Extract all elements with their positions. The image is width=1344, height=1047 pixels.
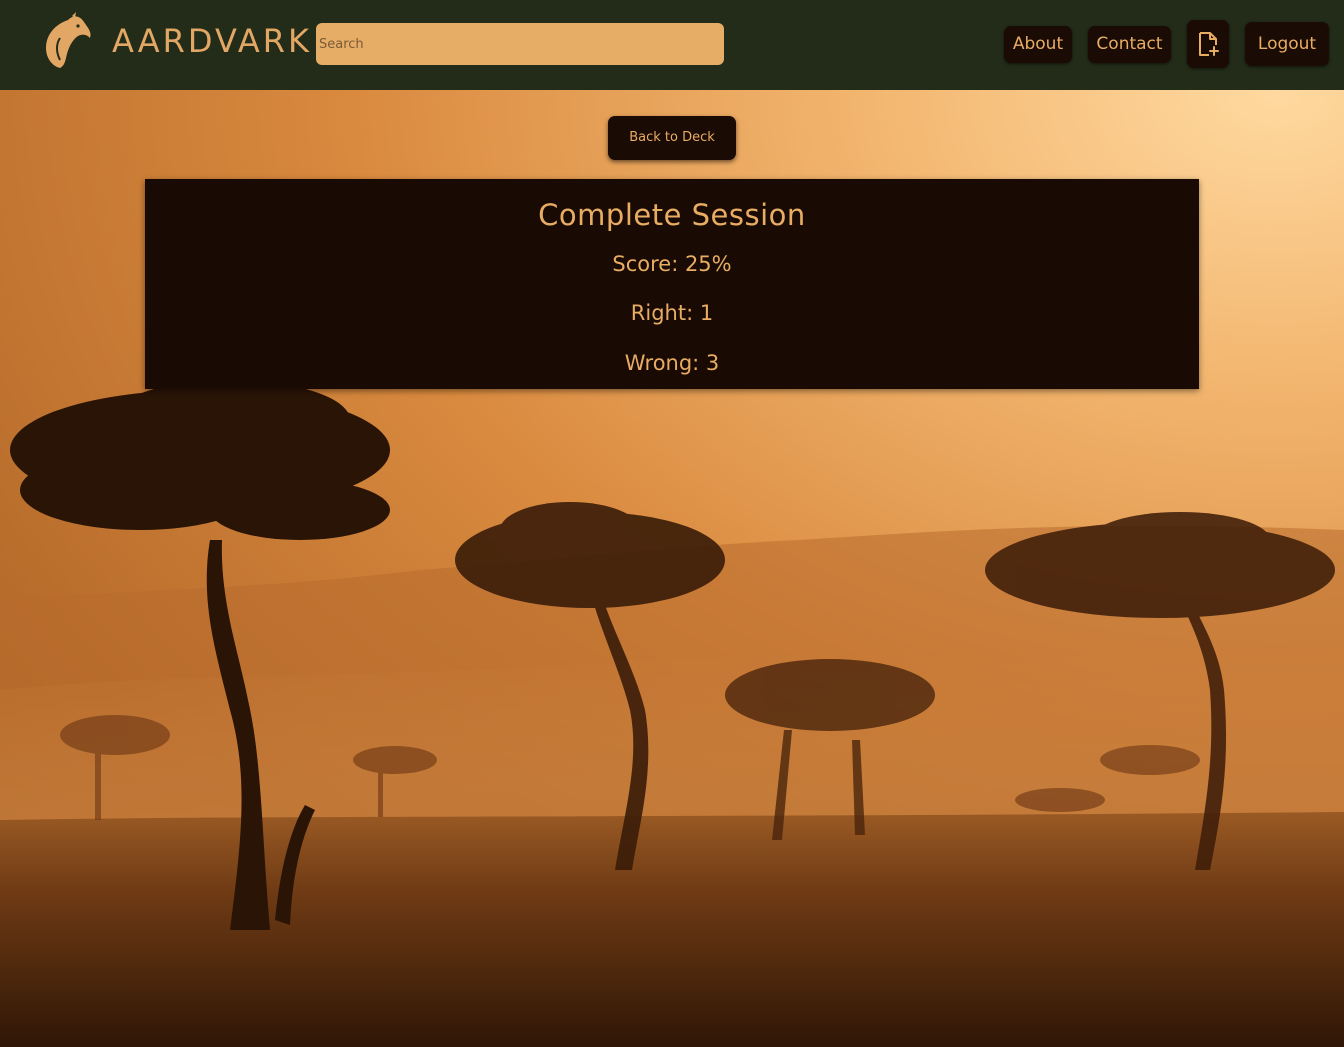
right-count-text: Right: 1 (630, 301, 714, 325)
aardvark-logo-icon[interactable] (42, 12, 94, 70)
navbar: AARDVARK About Contact Logout (0, 0, 1344, 90)
session-title: Complete Session (538, 198, 806, 232)
back-to-deck-button[interactable]: Back to Deck (608, 116, 736, 160)
brand-name[interactable]: AARDVARK (112, 20, 312, 62)
logout-button[interactable]: Logout (1245, 22, 1329, 66)
add-file-button[interactable] (1187, 20, 1229, 68)
wrong-count-text: Wrong: 3 (624, 351, 720, 375)
search-input[interactable] (316, 23, 724, 65)
session-results-panel: Complete Session Score: 25% Right: 1 Wro… (145, 179, 1199, 389)
contact-button[interactable]: Contact (1088, 26, 1171, 63)
add-file-icon (1199, 32, 1219, 56)
about-button[interactable]: About (1004, 26, 1072, 63)
score-text: Score: 25% (612, 252, 732, 276)
